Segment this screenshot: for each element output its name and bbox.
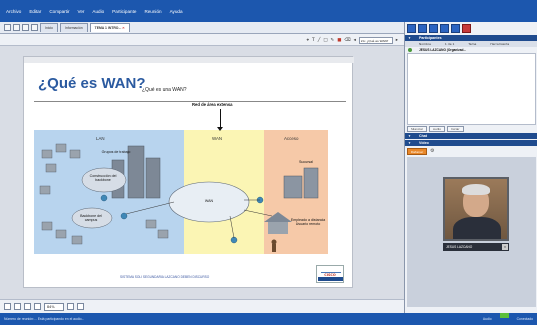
video-header[interactable]: Vídeo: [405, 140, 537, 146]
menu-participant[interactable]: Participante: [112, 9, 136, 14]
start-button[interactable]: Iniciar: [446, 126, 464, 132]
chat-header[interactable]: Chat: [405, 133, 537, 139]
page-selector[interactable]: 2A: ¿Qué es WAN?: [358, 36, 393, 44]
home-office-icon: [268, 222, 288, 234]
camera-settings-icon[interactable]: ⚙: [430, 148, 434, 154]
menu-share[interactable]: Compartir: [49, 9, 69, 14]
thumbnail-view-button[interactable]: [4, 303, 11, 310]
rectangle-tool-icon[interactable]: □: [323, 38, 327, 43]
status-bar: Número de reunión:... Está participando …: [0, 313, 537, 325]
webcam-person-hair: [462, 184, 490, 195]
close-tab-icon[interactable]: ×: [122, 25, 124, 30]
webcam-name: JESUS LAZCANO: [446, 245, 473, 249]
new-doc-button[interactable]: [4, 24, 11, 31]
video-controls: Detener ⚙: [407, 147, 435, 155]
tab-row: Inicio Información TEMA 1 INTRO...×: [0, 22, 404, 34]
wan-cloud-label: WAN: [204, 199, 214, 203]
external-network-label: Red de área extensa: [192, 102, 233, 107]
zoom-in-icon[interactable]: [67, 303, 74, 310]
color-picker-icon[interactable]: ■: [337, 38, 341, 43]
chevron-down-icon[interactable]: ▾: [502, 244, 508, 250]
open-doc-button[interactable]: [13, 24, 20, 31]
participant-controls: Silenciar Audio Iniciar: [407, 126, 464, 132]
slide-title: ¿Qué es WAN?: [38, 75, 146, 92]
campus-backbone-label: Backbone del campus: [80, 214, 102, 223]
status-connected: Conectado: [516, 317, 533, 321]
fullscreen-button[interactable]: [24, 303, 31, 310]
tab-home[interactable]: Inicio: [40, 23, 58, 32]
annotation-toolbar: ⌖ T ╱ □ ✎ ■ ⌫ ◂ 2A: ¿Qué es WAN? ▸: [0, 34, 404, 46]
save-doc-button[interactable]: [22, 24, 29, 31]
backbone-building-label: Construcción del backbone: [89, 174, 117, 183]
menu-view[interactable]: Ver: [78, 9, 85, 14]
participant-name: JESUS LAZCANO (Organizad...: [419, 48, 467, 52]
panel-icon-bar: [407, 24, 471, 34]
video-area: JESUS LAZCANO ▾: [407, 157, 536, 307]
slide-divider: [34, 101, 346, 102]
webcam-person-body: [453, 217, 501, 239]
prev-page-icon[interactable]: ◂: [354, 38, 356, 43]
participant-list: [407, 53, 536, 125]
status-right: Audio Conectado: [483, 313, 533, 325]
menu-edit[interactable]: Editar: [29, 9, 41, 14]
participants-title: Participantes: [419, 36, 442, 40]
record-icon[interactable]: [462, 24, 471, 33]
connection-status-icon: [499, 313, 509, 318]
tab-presentation[interactable]: TEMA 1 INTRO...×: [89, 23, 130, 32]
right-panel: Participantes Nombre 1 de 1 Tema Herrami…: [404, 22, 537, 313]
webcam-name-bar[interactable]: JESUS LAZCANO ▾: [443, 243, 509, 251]
stop-video-button[interactable]: Detener: [407, 147, 428, 155]
remote-user-icon: [271, 239, 277, 252]
chat-title: Chat: [419, 134, 427, 138]
bottom-toolbar: 84%: [0, 299, 404, 313]
slide-viewer: ¿Qué es WAN? ¿Qué es una WAN? SISTEMA SO…: [0, 46, 404, 299]
slide-footer: SISTEMA SOLI SEGUNDARIA LAZCANO DEBEN DI…: [120, 275, 210, 279]
network-diagram: [39, 143, 319, 252]
menu-audio[interactable]: Audio: [92, 9, 104, 14]
status-audio-label: Audio: [482, 317, 492, 321]
audio-button[interactable]: Audio: [429, 126, 445, 132]
status-text: Número de reunión:... Está participando …: [4, 317, 85, 321]
menu-help[interactable]: Ayuda: [170, 9, 183, 14]
tab-info-label: Información: [64, 26, 83, 30]
menu-file[interactable]: Archivo: [6, 9, 21, 14]
video-panel-icon[interactable]: [429, 24, 438, 33]
eraser-icon[interactable]: ⌫: [344, 38, 350, 43]
branch-office-icon: [283, 167, 319, 199]
chat-panel-icon[interactable]: [418, 24, 427, 33]
notes-panel-icon[interactable]: [440, 24, 449, 33]
menu-bar: Archivo Editar Compartir Ver Audio Parti…: [0, 0, 537, 22]
presenter-status-icon: [408, 48, 412, 52]
menu-meeting[interactable]: Reunión: [144, 9, 161, 14]
zoom-select[interactable]: 84%: [44, 302, 64, 311]
tab-info[interactable]: Información: [59, 23, 88, 32]
fit-page-button[interactable]: [14, 303, 21, 310]
mute-button[interactable]: Silenciar: [407, 126, 428, 132]
video-title: Vídeo: [419, 141, 429, 145]
polling-panel-icon[interactable]: [451, 24, 460, 33]
next-page-icon[interactable]: ▸: [396, 38, 398, 43]
pen-tool-icon[interactable]: ✎: [331, 38, 335, 43]
webcam-feed: [443, 177, 509, 241]
line-tool-icon[interactable]: ╱: [318, 38, 321, 43]
text-tool-icon[interactable]: T: [312, 38, 315, 43]
share-button[interactable]: [31, 24, 38, 31]
tab-presentation-label: TEMA 1 INTRO...: [94, 26, 122, 30]
remote-worker-label: Empleado a distancia Usuario remoto: [290, 218, 326, 227]
workgroups-label: Grupos de trabajo: [101, 150, 131, 154]
down-arrow-icon: [217, 109, 223, 131]
zoom-out-icon[interactable]: [77, 303, 84, 310]
slide-header-strip: [24, 57, 354, 63]
cisco-logo: CISCO: [316, 265, 344, 283]
participants-panel-icon[interactable]: [407, 24, 416, 33]
tab-home-label: Inicio: [45, 26, 53, 30]
home-roof-icon: [264, 212, 292, 222]
slide-subtitle: ¿Qué es una WAN?: [142, 87, 187, 93]
branch-label: Sucursal: [299, 160, 313, 164]
pointer-icon[interactable]: ⌖: [307, 37, 309, 43]
cisco-tag: [318, 277, 343, 281]
rotate-icon[interactable]: [34, 303, 41, 310]
annotation-tools: ⌖ T ╱ □ ✎ ■ ⌫ ◂ 2A: ¿Qué es WAN? ▸: [307, 36, 398, 44]
